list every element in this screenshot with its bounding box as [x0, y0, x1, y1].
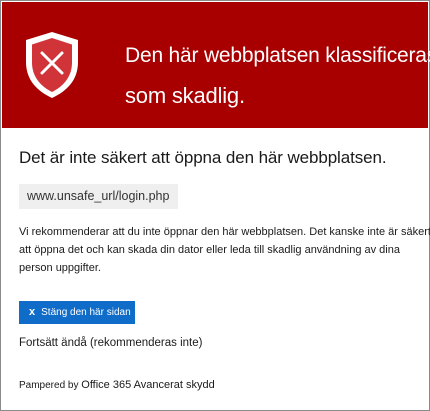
- warning-page: Den här webbplatsen klassificeras som sk…: [0, 0, 430, 411]
- close-page-button[interactable]: x Stäng den här sidan: [19, 301, 135, 324]
- close-page-button-label: Stäng den här sidan: [41, 307, 131, 318]
- warning-title: Den här webbplatsen klassificeras som sk…: [125, 36, 430, 116]
- warning-title-line-1: Den här webbplatsen klassificeras: [125, 44, 430, 67]
- shield-x-icon: [26, 32, 78, 98]
- warning-header: Den här webbplatsen klassificeras som sk…: [2, 2, 430, 128]
- description-line: person uppgifter.: [19, 262, 101, 274]
- page-heading: Det är inte säkert att öppna den här web…: [19, 148, 387, 167]
- warning-description: Vi rekommenderar att du inte öppnar den …: [19, 223, 430, 277]
- warning-title-line-2: som skadlig.: [125, 83, 245, 108]
- continue-anyway-link[interactable]: Fortsätt ändå (rekommenderas inte): [19, 337, 202, 349]
- powered-by-label: Pampered by: [19, 380, 79, 391]
- close-icon: x: [29, 306, 36, 318]
- description-line: Vi rekommenderar att du inte öppnar den …: [19, 226, 430, 238]
- product-name: Office 365 Avancerat skydd: [81, 379, 215, 391]
- description-line: att öppna det och kan skada din dator el…: [19, 244, 400, 256]
- blocked-url: www.unsafe_url/login.php: [19, 184, 178, 209]
- footer: Pampered by Office 365 Avancerat skydd: [19, 379, 215, 391]
